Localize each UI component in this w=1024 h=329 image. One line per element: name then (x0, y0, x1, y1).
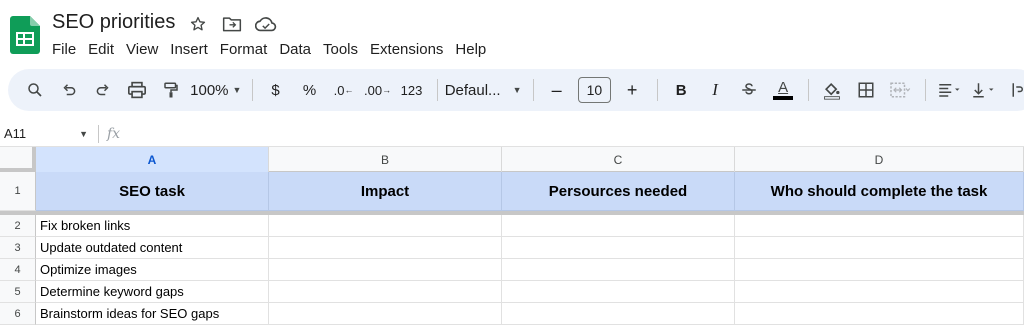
impact-cell[interactable] (269, 259, 502, 281)
formula-bar: A11 ▼ fx (0, 121, 1024, 147)
document-title[interactable]: SEO priorities (52, 11, 175, 34)
formula-bar-divider (98, 124, 99, 143)
menu-insert[interactable]: Insert (164, 40, 214, 60)
impact-cell[interactable] (269, 237, 502, 259)
select-all-corner[interactable] (0, 147, 36, 172)
toolbar-divider (251, 79, 253, 101)
redo-icon[interactable] (90, 75, 116, 105)
cloud-saved-icon[interactable] (254, 12, 278, 36)
task-cell[interactable]: Determine keyword gaps (36, 281, 269, 303)
increase-font-size-button[interactable]: + (619, 75, 645, 105)
resources-cell[interactable] (502, 259, 735, 281)
percent-format-button[interactable]: % (297, 75, 323, 105)
arrow-right-icon: → (382, 85, 392, 95)
toolbar-divider (925, 79, 926, 101)
menu-bar: File Edit View Insert Format Data Tools … (52, 40, 492, 60)
toolbar-divider (532, 79, 534, 101)
menu-file[interactable]: File (52, 40, 82, 60)
toolbar-divider (436, 79, 438, 101)
owner-cell[interactable] (735, 281, 1024, 303)
impact-cell[interactable] (269, 303, 502, 325)
strikethrough-icon[interactable] (736, 75, 762, 105)
bold-button[interactable]: B (668, 75, 694, 105)
text-color-button[interactable]: A (770, 75, 796, 105)
font-size-input[interactable]: 10 (577, 77, 612, 103)
increase-decimal-label: .00 (364, 82, 383, 98)
header-cell-owner[interactable]: Who should complete the task (735, 172, 1024, 211)
undo-icon[interactable] (56, 75, 82, 105)
text-color-swatch (773, 96, 794, 100)
column-header-b[interactable]: B (269, 147, 502, 172)
impact-cell[interactable] (269, 215, 502, 237)
menu-help[interactable]: Help (449, 40, 492, 60)
row-header-3[interactable]: 3 (0, 237, 36, 259)
name-box-value: A11 (4, 126, 27, 141)
chevron-down-icon: ▼ (512, 85, 522, 95)
text-wrapping-icon[interactable] (1004, 75, 1024, 105)
resources-cell[interactable] (502, 303, 735, 325)
paint-format-icon[interactable] (158, 75, 184, 105)
arrow-left-icon: ← (344, 85, 354, 95)
column-header-c[interactable]: C (502, 147, 735, 172)
fill-color-icon[interactable] (819, 75, 845, 105)
task-cell[interactable]: Fix broken links (36, 215, 269, 237)
resources-cell[interactable] (502, 281, 735, 303)
header-cell-impact[interactable]: Impact (269, 172, 502, 211)
column-header-a[interactable]: A (36, 147, 269, 172)
zoom-select[interactable]: 100% ▼ (190, 75, 242, 105)
menu-tools[interactable]: Tools (317, 40, 364, 60)
owner-cell[interactable] (735, 303, 1024, 325)
currency-format-button[interactable]: $ (263, 75, 289, 105)
task-cell[interactable]: Brainstorm ideas for SEO gaps (36, 303, 269, 325)
owner-cell[interactable] (735, 259, 1024, 281)
decrease-decimal-label: .0 (333, 82, 345, 98)
row-header-4[interactable]: 4 (0, 259, 36, 281)
header-cell-seo-task[interactable]: SEO task (36, 172, 269, 211)
row-header-2[interactable]: 2 (0, 215, 36, 237)
impact-cell[interactable] (269, 281, 502, 303)
toolbar-divider (808, 79, 810, 101)
move-to-folder-icon[interactable] (220, 12, 244, 36)
google-sheets-logo[interactable] (10, 16, 40, 54)
row-header-6[interactable]: 6 (0, 303, 36, 325)
menu-data[interactable]: Data (273, 40, 317, 60)
star-icon[interactable] (186, 12, 210, 36)
column-header-d[interactable]: D (735, 147, 1024, 172)
search-menus-icon[interactable] (22, 75, 48, 105)
row-header-1[interactable]: 1 (0, 172, 36, 211)
chevron-down-icon: ▼ (232, 85, 242, 95)
toolbar: 100% ▼ $ % .0 ← .00 → 123 Defaul... ▼ – 10 +… (8, 69, 1024, 111)
more-formats-button[interactable]: 123 (399, 75, 425, 105)
header-cell-resources[interactable]: Persources needed (502, 172, 735, 211)
menu-extensions[interactable]: Extensions (364, 40, 449, 60)
chevron-down-icon: ▼ (79, 128, 88, 139)
print-icon[interactable] (124, 75, 150, 105)
merge-cells-icon[interactable] (887, 75, 913, 105)
font-family-select[interactable]: Defaul... ▼ (444, 75, 522, 105)
row-header-5[interactable]: 5 (0, 281, 36, 303)
zoom-value: 100% (190, 81, 229, 99)
resources-cell[interactable] (502, 237, 735, 259)
decrease-font-size-button[interactable]: – (544, 75, 570, 105)
font-family-value: Defaul... (444, 81, 501, 99)
owner-cell[interactable] (735, 215, 1024, 237)
task-cell[interactable]: Update outdated content (36, 237, 269, 259)
menu-edit[interactable]: Edit (82, 40, 120, 60)
increase-decimal-button[interactable]: .00 → (364, 75, 392, 105)
decrease-decimal-button[interactable]: .0 ← (331, 75, 357, 105)
name-box[interactable]: A11 ▼ (0, 126, 96, 141)
menu-view[interactable]: View (120, 40, 164, 60)
spreadsheet-grid: A B C D 1 SEO task Impact Persources nee… (0, 147, 1024, 329)
resources-cell[interactable] (502, 215, 735, 237)
fx-icon: fx (107, 125, 121, 142)
owner-cell[interactable] (735, 237, 1024, 259)
toolbar-divider (657, 79, 659, 101)
task-cell[interactable]: Optimize images (36, 259, 269, 281)
menu-format[interactable]: Format (214, 40, 274, 60)
text-color-glyph: A (778, 79, 789, 96)
vertical-align-icon[interactable] (970, 75, 996, 105)
borders-icon[interactable] (853, 75, 879, 105)
italic-button[interactable]: I (702, 75, 728, 105)
horizontal-align-icon[interactable] (936, 75, 962, 105)
